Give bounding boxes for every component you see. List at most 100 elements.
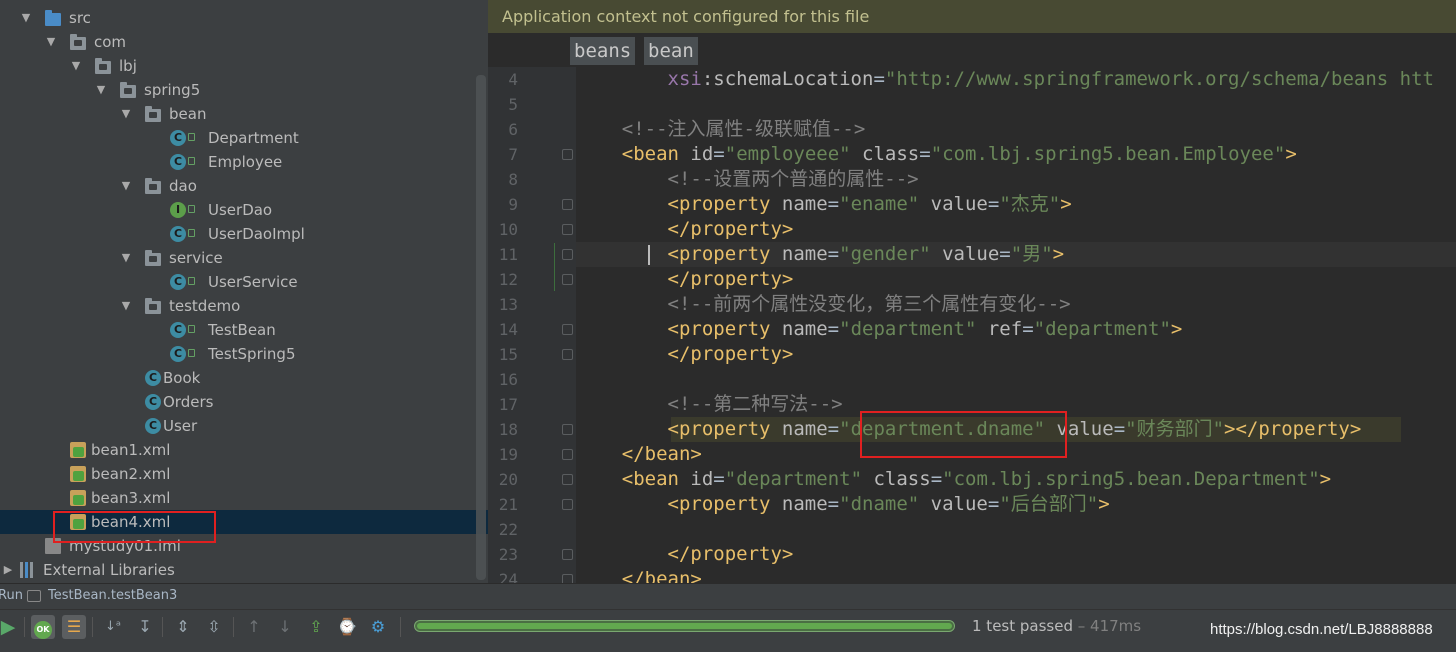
chevron-down-icon[interactable]: ▼: [70, 54, 82, 78]
tree-item[interactable]: ▼ testdemo: [0, 294, 488, 318]
fold-marker-icon[interactable]: [562, 449, 573, 460]
fold-marker-icon[interactable]: [562, 324, 573, 335]
code-line: <bean id="employeee" class="com.lbj.spri…: [576, 142, 1456, 167]
export-icon[interactable]: ⇪: [304, 615, 328, 639]
editor-panel: Application context not configured for t…: [488, 0, 1456, 583]
tree-item[interactable]: C Orders: [0, 390, 488, 414]
tree-item[interactable]: C UserDaoImpl: [0, 222, 488, 246]
project-scrollbar[interactable]: [476, 75, 486, 580]
line-gutter: 4 5 6 7 8 9 10 11 12 13 14 15 16 17 18 19 20 21 22 23 24: [488, 67, 576, 583]
fold-marker-icon[interactable]: [562, 349, 573, 360]
interface-icon: I: [170, 202, 195, 218]
fold-marker-icon[interactable]: [562, 199, 573, 210]
line-number: 9: [508, 195, 518, 214]
package-icon: [95, 58, 111, 74]
code-token: "com.lbj.spring5.bean.Department": [942, 468, 1320, 490]
tree-item[interactable]: C Department: [0, 126, 488, 150]
code-token: >: [1060, 193, 1072, 215]
code-token: </property>: [667, 543, 794, 565]
tree-item[interactable]: C Employee: [0, 150, 488, 174]
chevron-down-icon[interactable]: ▼: [120, 246, 132, 270]
line-number: 5: [508, 95, 518, 114]
code-token: </property>: [667, 343, 794, 365]
breadcrumb: beans bean: [488, 33, 1456, 67]
tree-item-label: bean3.xml: [91, 489, 171, 507]
run-tab-label[interactable]: Run: [0, 584, 23, 608]
previous-failed-icon[interactable]: ↑: [242, 615, 266, 639]
fold-marker-icon[interactable]: [562, 224, 573, 235]
next-failed-icon[interactable]: ↓: [273, 615, 297, 639]
fold-marker-icon[interactable]: [562, 424, 573, 435]
code-token: >: [1052, 243, 1065, 265]
code-token: class: [862, 143, 920, 165]
fold-marker-icon[interactable]: [562, 249, 573, 260]
tree-item[interactable]: C UserService: [0, 270, 488, 294]
sort-duration-icon[interactable]: ↧: [133, 615, 157, 639]
fold-marker-icon[interactable]: [562, 549, 573, 560]
tree-item[interactable]: ▼ src: [0, 6, 488, 30]
code-token: id: [690, 468, 714, 490]
code-token: =: [987, 193, 1000, 215]
fold-marker-icon[interactable]: [562, 499, 573, 510]
lock-icon: [188, 133, 195, 141]
run-config-name[interactable]: TestBean.testBean3: [48, 584, 177, 608]
tree-item[interactable]: bean3.xml: [0, 486, 488, 510]
tree-item[interactable]: I UserDao: [0, 198, 488, 222]
tree-item[interactable]: ▼ spring5: [0, 78, 488, 102]
watermark: https://blog.csdn.net/LBJ8888888: [1210, 621, 1433, 638]
breadcrumb-beans[interactable]: beans: [570, 37, 636, 65]
tree-item[interactable]: ▼ dao: [0, 174, 488, 198]
tree-item[interactable]: bean2.xml: [0, 462, 488, 486]
code-token: "gender": [839, 243, 931, 265]
tree-item[interactable]: bean1.xml: [0, 438, 488, 462]
ignored-filter-icon[interactable]: ☰: [62, 615, 86, 639]
code-token: <!--第二种写法-->: [667, 393, 843, 415]
chevron-down-icon[interactable]: ▼: [120, 102, 132, 126]
code-token: "dname": [839, 493, 920, 515]
tree-item-label: TestSpring5: [208, 345, 296, 363]
class-icon: C: [170, 226, 195, 242]
run-icon[interactable]: ▶: [0, 615, 20, 639]
code-token: <property: [667, 193, 782, 215]
tree-item[interactable]: C TestSpring5: [0, 342, 488, 366]
settings-icon[interactable]: ⚙: [366, 615, 390, 639]
breadcrumb-bean[interactable]: bean: [644, 37, 698, 65]
chevron-down-icon[interactable]: ▼: [95, 78, 107, 102]
chevron-down-icon[interactable]: ▼: [120, 294, 132, 318]
lock-icon: [188, 325, 195, 333]
tree-item[interactable]: C User: [0, 414, 488, 438]
line-number: 20: [498, 470, 518, 489]
fold-marker-icon[interactable]: [562, 274, 573, 285]
tree-item[interactable]: ▼ lbj: [0, 54, 488, 78]
code-token: "department": [724, 468, 863, 490]
code-token: =: [713, 143, 725, 165]
tree-item[interactable]: ▼ bean: [0, 102, 488, 126]
tree-item[interactable]: ▼ service: [0, 246, 488, 270]
import-history-icon[interactable]: ⌚: [335, 615, 359, 639]
tree-item[interactable]: C TestBean: [0, 318, 488, 342]
chevron-down-icon[interactable]: ▼: [45, 30, 57, 54]
chevron-right-icon[interactable]: ▶: [2, 558, 14, 582]
line-number: 10: [498, 220, 518, 239]
chevron-down-icon[interactable]: ▼: [20, 6, 32, 30]
tree-item[interactable]: ▼ com: [0, 30, 488, 54]
tree-item-label: bean2.xml: [91, 465, 171, 483]
tree-item[interactable]: C Book: [0, 366, 488, 390]
fold-marker-icon[interactable]: [562, 574, 573, 583]
package-icon: [145, 298, 161, 314]
chevron-down-icon[interactable]: ▼: [120, 174, 132, 198]
collapse-all-icon[interactable]: ⇳: [202, 615, 226, 639]
expand-all-icon[interactable]: ⇕: [171, 615, 195, 639]
library-icon: [20, 562, 36, 578]
tree-item[interactable]: ▶ External Libraries: [0, 558, 488, 582]
fold-marker-icon[interactable]: [562, 149, 573, 160]
fold-marker-icon[interactable]: [562, 474, 573, 485]
text-caret: [648, 245, 650, 265]
sort-alpha-icon[interactable]: ↓ᵃ: [101, 615, 125, 639]
ok-filter-icon[interactable]: OK: [31, 615, 55, 639]
